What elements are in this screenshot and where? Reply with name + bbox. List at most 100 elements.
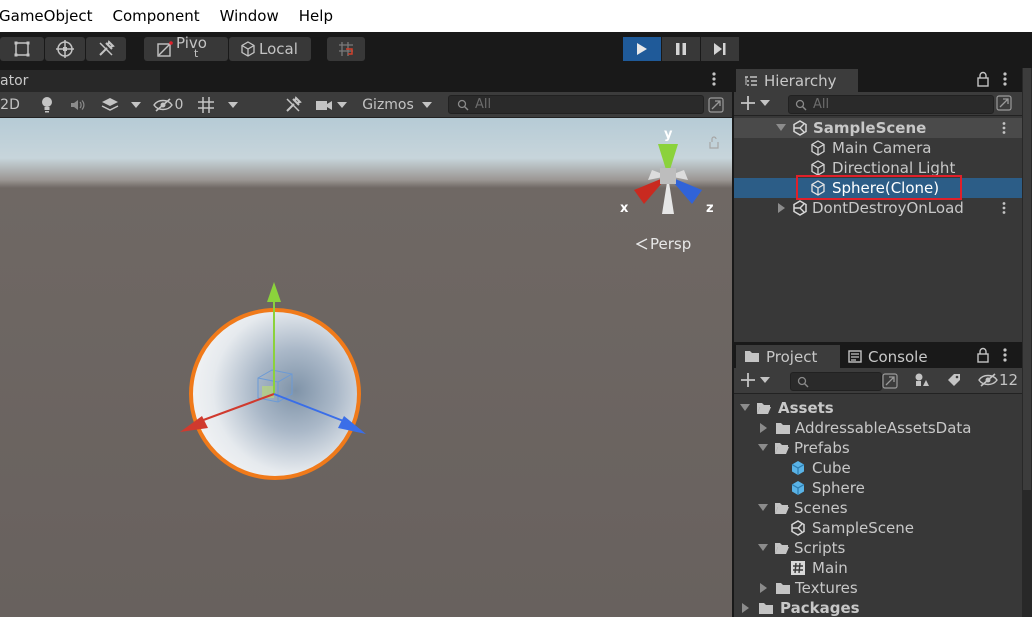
scene-viewport[interactable]: y x z Persp — [0, 118, 732, 617]
project-item-label: Sphere — [812, 479, 865, 497]
gizmo-z-label: z — [706, 201, 714, 216]
grid-dropdown[interactable] — [222, 94, 244, 116]
project-item-label: Scenes — [794, 499, 848, 517]
tab-console[interactable]: Console — [840, 345, 950, 368]
project-filter-icon[interactable] — [882, 373, 898, 389]
project-folder-scripts[interactable]: Scripts — [734, 538, 1022, 558]
audio-toggle-button[interactable] — [64, 94, 92, 116]
projection-toggle[interactable]: Persp — [636, 235, 691, 253]
transform-tool-button[interactable] — [45, 37, 85, 61]
chevron-down-icon — [760, 100, 770, 106]
hierarchy-menu-icon[interactable] — [998, 70, 1012, 88]
hierarchy-item-main-camera[interactable]: Main Camera — [734, 138, 1022, 158]
project-asset-sphere[interactable]: Sphere — [734, 478, 1022, 498]
tools-button[interactable] — [280, 94, 306, 116]
local-toggle-button[interactable]: Local — [229, 37, 311, 61]
scene-panel-menu-icon[interactable] — [707, 70, 721, 88]
hierarchy-item-label: DontDestroyOnLoad — [812, 199, 964, 217]
camera-settings-button[interactable] — [312, 94, 350, 116]
filter-by-type-icon[interactable] — [914, 372, 930, 388]
chevron-down-icon — [131, 102, 141, 108]
effects-toggle-button[interactable] — [96, 94, 124, 116]
y-axis-handle[interactable] — [267, 282, 281, 302]
project-tabbar: Project Console — [734, 344, 1022, 368]
tab-animator[interactable]: ator — [0, 70, 160, 92]
hierarchy-scene-row[interactable]: SampleScene — [734, 118, 1022, 138]
project-menu-icon[interactable] — [998, 346, 1012, 364]
2d-toggle-button[interactable]: 2D — [0, 94, 20, 116]
project-item-label: Prefabs — [794, 439, 850, 457]
folder-open-icon — [774, 542, 790, 555]
play-button[interactable] — [623, 37, 661, 61]
lock-icon[interactable] — [976, 71, 990, 87]
project-asset-cube[interactable]: Cube — [734, 458, 1022, 478]
menu-window[interactable]: Window — [220, 7, 279, 25]
expand-arrow-icon[interactable] — [740, 404, 750, 412]
project-hidden-toggle[interactable]: 12 — [978, 371, 1018, 389]
plus-icon — [740, 95, 756, 111]
tab-project[interactable]: Project — [736, 345, 840, 368]
pivot-toggle-button[interactable]: Pivo t — [144, 34, 228, 61]
menu-component[interactable]: Component — [113, 7, 200, 25]
filter-by-label-icon[interactable] — [946, 372, 962, 388]
scene-search-filter-icon[interactable] — [707, 94, 725, 116]
rect-tool-icon — [13, 40, 31, 58]
scene-orientation-gizmo[interactable]: y x z — [614, 126, 724, 226]
project-folder-scenes[interactable]: Scenes — [734, 498, 1022, 518]
rect-tool-button[interactable] — [0, 37, 44, 61]
collapse-arrow-icon[interactable] — [778, 203, 786, 213]
effects-dropdown[interactable] — [126, 94, 146, 116]
project-folder-packages[interactable]: Packages — [734, 598, 1022, 617]
scene-tabbar: ator — [0, 68, 732, 92]
hierarchy-search-input[interactable]: All — [788, 95, 994, 114]
grid-snap-button[interactable] — [327, 37, 365, 61]
lock-icon[interactable] — [976, 347, 990, 363]
collapse-arrow-icon[interactable] — [742, 603, 750, 613]
hierarchy-list-icon — [744, 75, 758, 87]
collapse-arrow-icon[interactable] — [760, 583, 768, 593]
scene-row-menu-icon[interactable] — [1000, 201, 1008, 215]
chevron-down-icon — [760, 377, 770, 383]
lighting-toggle-button[interactable] — [34, 94, 60, 116]
project-folder-textures[interactable]: Textures — [734, 578, 1022, 598]
scene-search-input[interactable]: All — [448, 95, 704, 114]
2d-label: 2D — [0, 97, 20, 113]
hierarchy-filter-icon[interactable] — [996, 95, 1012, 111]
scene-row-menu-icon[interactable] — [1000, 121, 1008, 135]
expand-arrow-icon[interactable] — [758, 544, 768, 552]
project-folder-addressables[interactable]: AddressableAssetsData — [734, 418, 1022, 438]
pause-button[interactable] — [662, 37, 700, 61]
expand-arrow-icon[interactable] — [758, 504, 768, 512]
project-asset-samplescene[interactable]: SampleScene — [734, 518, 1022, 538]
scrollbar-strip[interactable] — [1022, 68, 1032, 617]
project-folder-prefabs[interactable]: Prefabs — [734, 438, 1022, 458]
gizmos-dropdown[interactable]: Gizmos — [354, 94, 440, 116]
project-asset-main-script[interactable]: Main — [734, 558, 1022, 578]
pause-icon — [675, 42, 687, 56]
hierarchy-scene-row-dontdestroy[interactable]: DontDestroyOnLoad — [734, 198, 1022, 218]
hidden-count: 0 — [174, 97, 184, 113]
hierarchy-create-button[interactable] — [740, 95, 770, 111]
folder-icon — [775, 582, 791, 595]
project-folder-assets[interactable]: Assets — [734, 398, 1022, 418]
hierarchy-toolbar: All — [734, 92, 1022, 116]
hidden-objects-toggle[interactable]: 0 — [150, 94, 186, 116]
folder-open-icon — [774, 502, 790, 515]
unity-scene-icon — [792, 200, 808, 216]
persp-label: Persp — [650, 235, 692, 253]
project-create-button[interactable] — [740, 372, 770, 388]
collapse-arrow-icon[interactable] — [760, 423, 768, 433]
project-item-label: Main — [812, 559, 848, 577]
menu-gameobject[interactable]: GameObject — [0, 7, 93, 25]
sphere-clone-object[interactable] — [170, 278, 380, 488]
expand-arrow-icon[interactable] — [776, 124, 786, 132]
camera-icon — [315, 98, 333, 112]
expand-arrow-icon[interactable] — [758, 444, 768, 452]
grid-toggle-button[interactable] — [194, 94, 218, 116]
eye-hidden-icon — [152, 98, 173, 112]
project-search-input[interactable] — [790, 372, 882, 391]
custom-tool-button[interactable] — [86, 37, 126, 61]
menu-help[interactable]: Help — [299, 7, 333, 25]
step-button[interactable] — [701, 37, 739, 61]
tab-hierarchy[interactable]: Hierarchy — [736, 69, 858, 92]
